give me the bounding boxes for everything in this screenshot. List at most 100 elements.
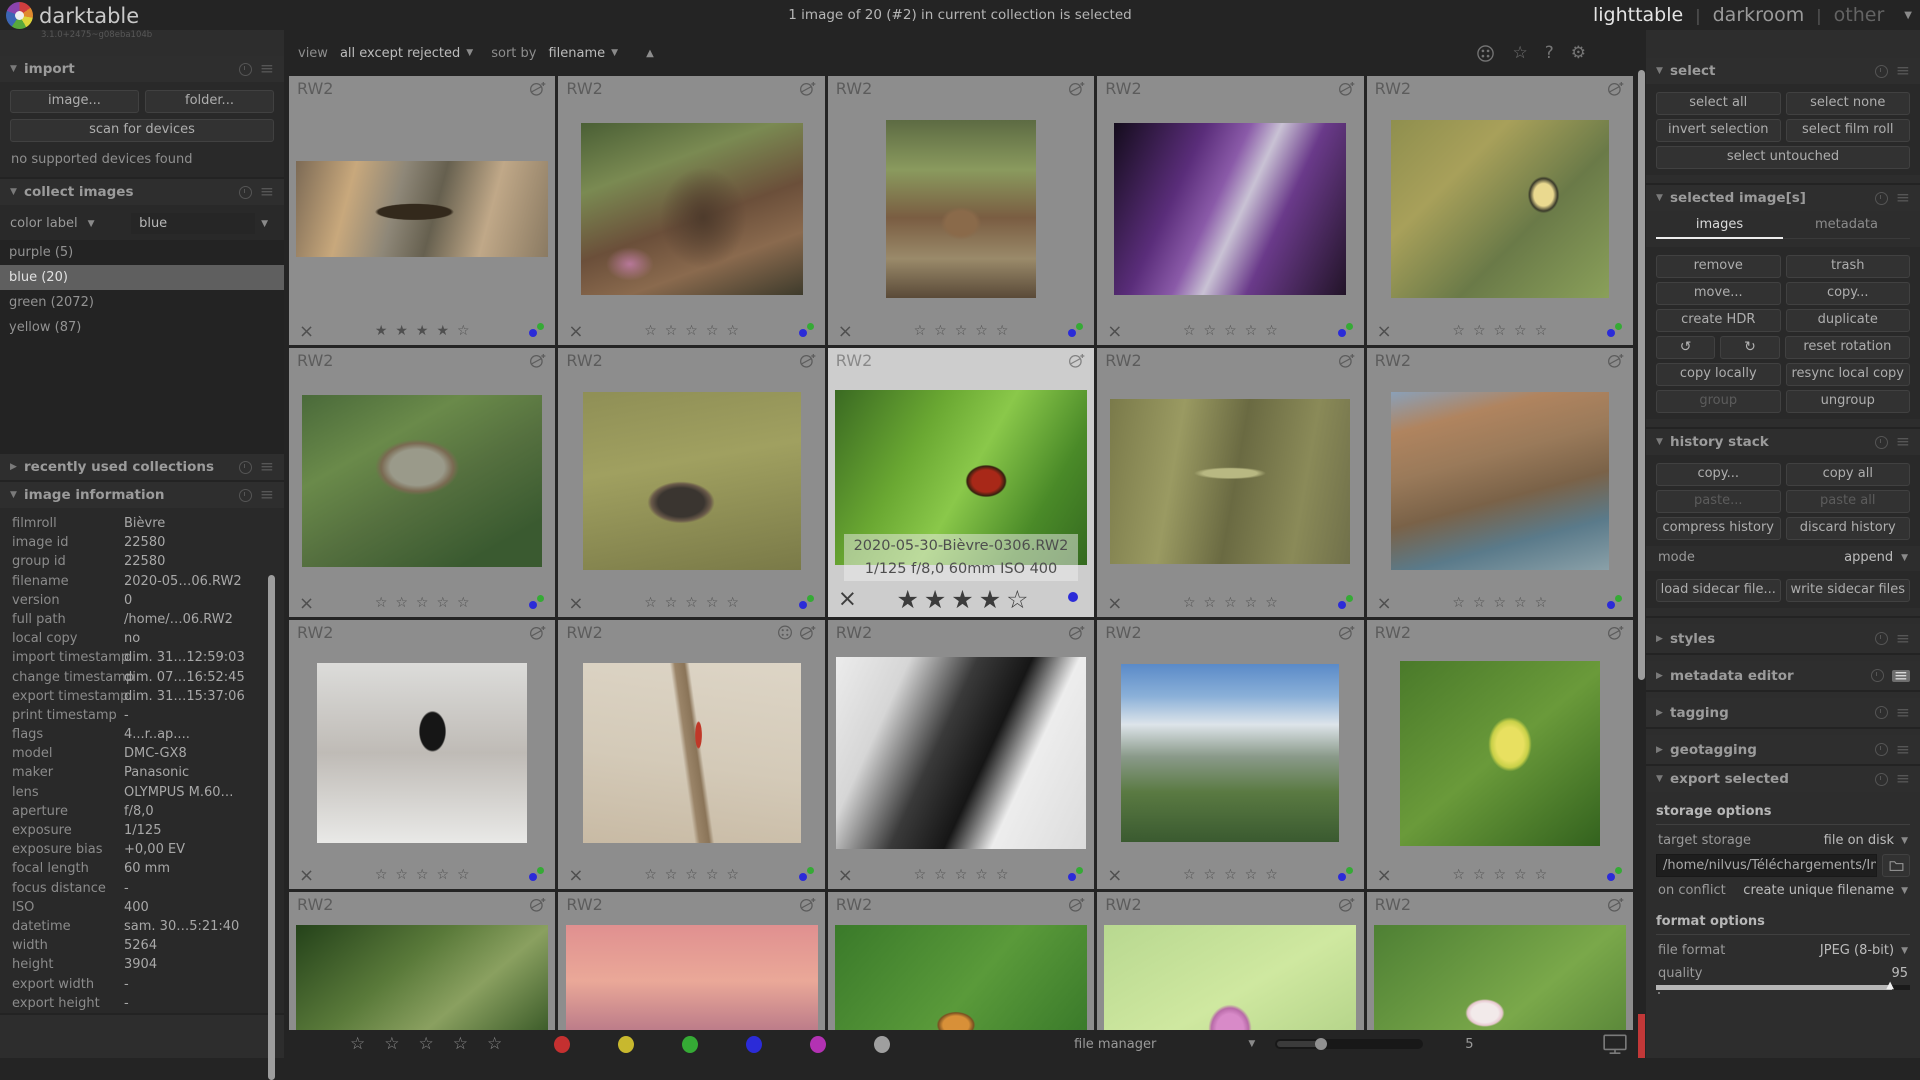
presets-icon[interactable] <box>1892 670 1910 682</box>
reject-icon[interactable]: × <box>568 865 594 886</box>
star-rating[interactable]: ☆☆☆☆☆ <box>1133 323 1335 339</box>
reset-icon[interactable] <box>1875 743 1888 756</box>
preferences-gear-icon[interactable] <box>1571 43 1586 63</box>
thumbnail-cell-10[interactable]: RW2×☆☆☆☆☆ <box>1367 348 1633 617</box>
thumbnail-cell-18[interactable]: RW2×☆☆☆☆☆ <box>828 892 1094 1030</box>
collect-images-module-header[interactable]: collect images <box>0 179 284 205</box>
thumbnail-cell-4[interactable]: RW2×☆☆☆☆☆ <box>1097 76 1363 345</box>
quality-slider-marker[interactable] <box>1886 980 1894 991</box>
collapse-arrow-icon[interactable] <box>10 462 24 472</box>
display-profile-icon[interactable] <box>1602 1033 1628 1055</box>
reject-icon[interactable]: × <box>299 865 325 886</box>
select-none-button[interactable]: select none <box>1786 92 1911 115</box>
photo-thumbnail[interactable] <box>317 663 527 843</box>
reject-icon[interactable]: × <box>838 865 864 886</box>
file-format-dropdown-icon[interactable] <box>1901 946 1908 956</box>
photo-thumbnail[interactable] <box>566 925 818 1030</box>
collection-item-blue-20[interactable]: blue (20) <box>0 265 284 290</box>
move-button[interactable]: move... <box>1656 282 1781 305</box>
filter-color-dot-3[interactable] <box>682 1036 698 1053</box>
reset-icon[interactable] <box>239 489 252 502</box>
reject-icon[interactable]: × <box>1377 321 1403 342</box>
photo-thumbnail[interactable] <box>581 123 803 295</box>
discard-history-button[interactable]: discard history <box>1786 517 1911 540</box>
filter-star-5[interactable]: ☆ <box>487 1034 502 1054</box>
target-storage-value[interactable]: file on disk <box>1824 833 1894 848</box>
collection-item-green-2072[interactable]: green (2072) <box>0 290 284 315</box>
collapse-arrow-icon[interactable] <box>1656 774 1670 784</box>
on-conflict-dropdown-icon[interactable] <box>1901 886 1908 896</box>
collapse-arrow-icon[interactable] <box>10 490 24 500</box>
reset-icon[interactable] <box>239 461 252 474</box>
copy-all-button[interactable]: copy all <box>1786 463 1911 486</box>
mode-dropdown-icon[interactable] <box>1901 553 1908 563</box>
photo-thumbnail[interactable] <box>1400 661 1600 846</box>
left-panel-scrollbar[interactable] <box>268 575 275 1080</box>
tab-metadata[interactable]: metadata <box>1783 213 1910 239</box>
filter-color-dot-5[interactable] <box>810 1036 826 1053</box>
presets-icon[interactable] <box>1896 193 1910 203</box>
export-selected-header[interactable]: export selected <box>1646 766 1920 792</box>
view-lighttable[interactable]: lighttable <box>1593 4 1683 26</box>
rotate-ccw-button[interactable]: ↺ <box>1656 336 1715 359</box>
import-module-header[interactable]: import <box>0 56 284 82</box>
thumbnail-cell-3[interactable]: RW2×☆☆☆☆☆ <box>828 76 1094 345</box>
reject-icon[interactable]: × <box>1377 593 1403 614</box>
mode-value[interactable]: append <box>1844 550 1893 565</box>
reject-icon[interactable]: × <box>838 321 864 342</box>
star-rating[interactable]: ★★★★☆ <box>864 585 1066 614</box>
photo-thumbnail[interactable] <box>302 395 542 567</box>
rule-dropdown-icon[interactable] <box>88 219 95 229</box>
group-button[interactable]: group <box>1656 390 1781 413</box>
star-rating[interactable]: ☆☆☆☆☆ <box>594 323 796 339</box>
paste-all-button[interactable]: paste all <box>1786 490 1911 513</box>
reject-icon[interactable]: × <box>568 321 594 342</box>
collapse-arrow-icon[interactable] <box>1656 671 1670 681</box>
paste-button[interactable]: paste... <box>1656 490 1781 513</box>
copy-locally-button[interactable]: copy locally <box>1656 363 1781 386</box>
filter-color-dot-6[interactable] <box>874 1036 890 1053</box>
remove-button[interactable]: remove <box>1656 255 1781 278</box>
presets-icon[interactable] <box>260 462 274 472</box>
photo-thumbnail[interactable] <box>1391 120 1609 298</box>
compress-history-button[interactable]: compress history <box>1656 517 1781 540</box>
view-filter-value[interactable]: all except rejected <box>340 46 460 61</box>
photo-thumbnail[interactable] <box>583 392 801 570</box>
reject-icon[interactable]: × <box>299 321 325 342</box>
reject-icon[interactable]: × <box>1377 865 1403 886</box>
selected-images-header[interactable]: selected image[s] <box>1646 185 1920 211</box>
recently-used-collections-header[interactable]: recently used collections <box>0 454 284 480</box>
overlays-star-icon[interactable] <box>1512 43 1527 63</box>
photo-thumbnail[interactable] <box>583 663 801 843</box>
thumbnail-cell-16[interactable]: RW2×☆☆☆☆☆ <box>289 892 555 1030</box>
grouping-icon[interactable] <box>1476 44 1495 63</box>
presets-icon[interactable] <box>1896 634 1910 644</box>
photo-thumbnail[interactable] <box>1374 925 1626 1030</box>
thumbnail-cell-20[interactable]: RW2×☆☆☆☆☆ <box>1367 892 1633 1030</box>
star-rating[interactable]: ☆☆☆☆☆ <box>864 323 1066 339</box>
presets-icon[interactable] <box>1896 66 1910 76</box>
reset-icon[interactable] <box>1871 669 1884 682</box>
quality-slider[interactable] <box>1656 982 1910 994</box>
export-path-input[interactable]: /home/nilvus/Téléchargements/Im <box>1656 854 1877 877</box>
presets-icon[interactable] <box>1896 774 1910 784</box>
thumbnail-cell-13[interactable]: RW2×☆☆☆☆☆ <box>828 620 1094 889</box>
reset-icon[interactable] <box>1875 436 1888 449</box>
module-tagging[interactable]: tagging <box>1646 698 1920 729</box>
rule-value-dropdown-icon[interactable] <box>255 216 274 232</box>
reject-icon[interactable]: × <box>1107 321 1133 342</box>
reject-icon[interactable]: × <box>299 593 325 614</box>
scan-for-devices-button[interactable]: scan for devices <box>10 119 274 142</box>
filter-color-dot-1[interactable] <box>554 1036 570 1053</box>
reset-icon[interactable] <box>239 186 252 199</box>
collapse-arrow-icon[interactable] <box>10 64 24 74</box>
invert-selection-button[interactable]: invert selection <box>1656 119 1781 142</box>
thumbnail-cell-17[interactable]: RW2×☆☆☆☆☆ <box>558 892 824 1030</box>
collect-rule-value[interactable]: blue <box>131 213 255 234</box>
star-rating[interactable]: ☆☆☆☆☆ <box>1403 595 1605 611</box>
views-dropdown-icon[interactable] <box>1904 10 1912 21</box>
sort-value[interactable]: filename <box>548 46 605 61</box>
history-stack-header[interactable]: history stack <box>1646 429 1920 455</box>
photo-thumbnail[interactable] <box>1114 123 1346 295</box>
filter-star-3[interactable]: ☆ <box>419 1034 434 1054</box>
